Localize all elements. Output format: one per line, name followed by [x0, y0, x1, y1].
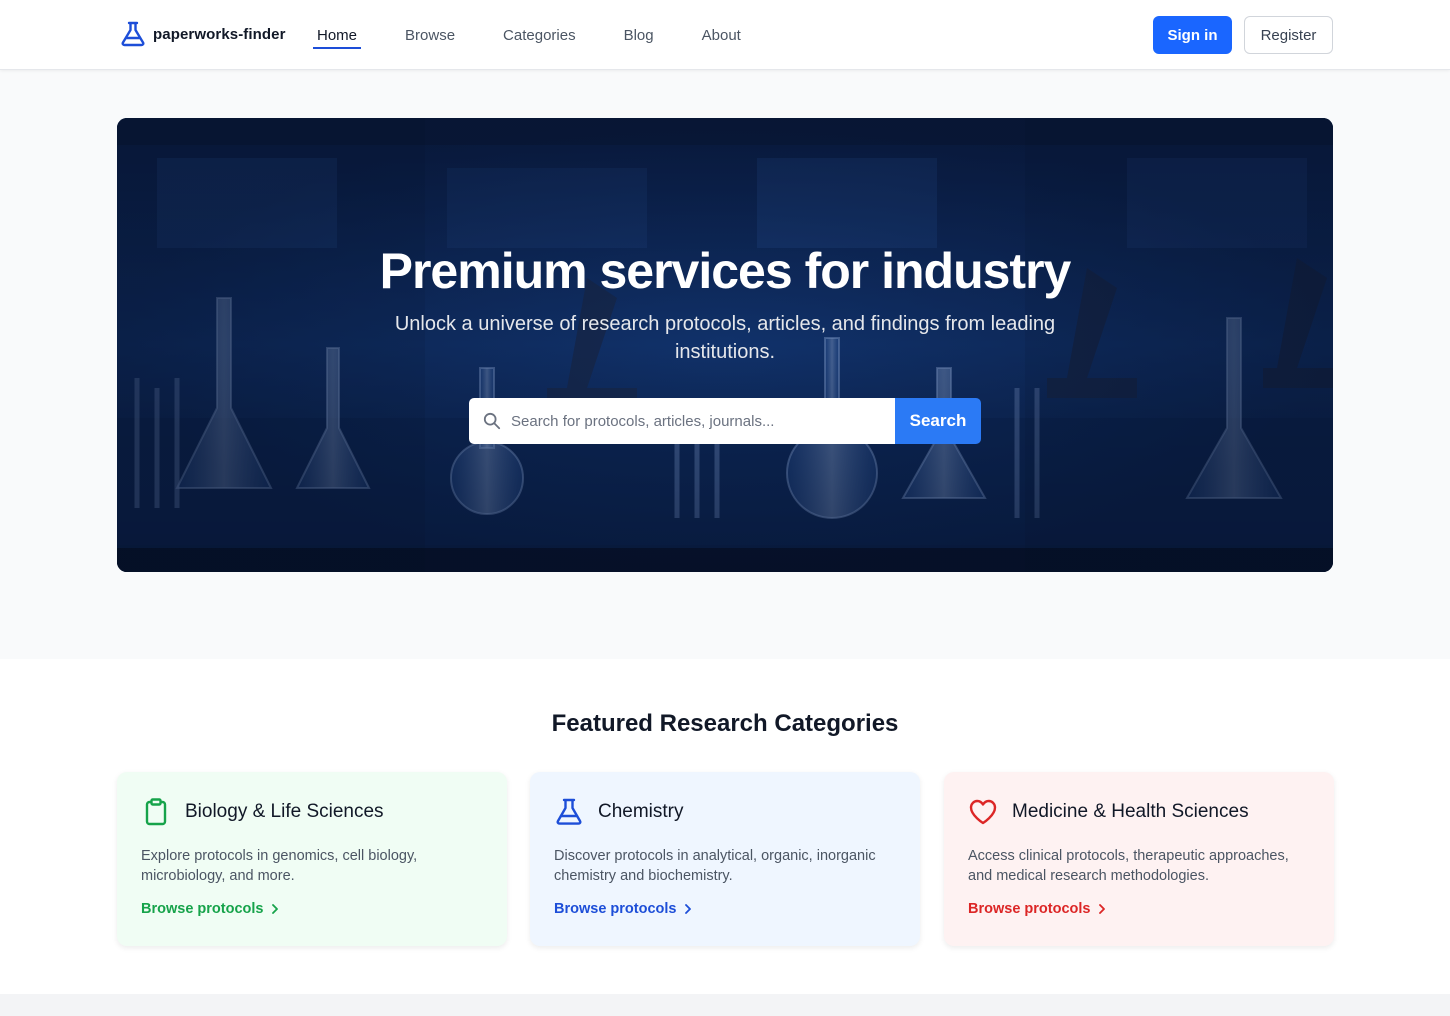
- hero-subtitle: Unlock a universe of research protocols,…: [394, 313, 1056, 363]
- card-description: Explore protocols in genomics, cell biol…: [141, 848, 418, 884]
- category-card-chemistry[interactable]: Chemistry Discover protocols in analytic…: [530, 772, 920, 946]
- nav-link-about[interactable]: About: [698, 21, 745, 50]
- search-box: [469, 398, 895, 444]
- category-card-biology[interactable]: Biology & Life Sciences Explore protocol…: [117, 772, 507, 946]
- search-button[interactable]: Search: [895, 398, 981, 444]
- search-input[interactable]: [511, 412, 891, 430]
- flask-icon: [556, 798, 582, 825]
- card-title: Biology & Life Sciences: [185, 801, 384, 822]
- chevron-right-icon: [685, 904, 692, 914]
- sign-in-button[interactable]: Sign in: [1153, 16, 1232, 54]
- nav-link-browse[interactable]: Browse: [401, 21, 459, 50]
- browse-protocols-link-chemistry[interactable]: Browse protocols: [554, 901, 692, 917]
- section-title: Featured Research Categories: [551, 710, 899, 737]
- nav-link-categories[interactable]: Categories: [499, 21, 580, 50]
- chevron-right-icon: [272, 904, 279, 914]
- flask-icon: [121, 21, 145, 47]
- featured-categories-section: Featured Research Categories Biology & L…: [0, 659, 1450, 994]
- next-section-edge: [0, 994, 1450, 1016]
- search-icon: [483, 412, 501, 430]
- heart-icon: [969, 799, 997, 825]
- hero-title: Premium services for industry: [379, 243, 1072, 299]
- browse-protocols-link-biology[interactable]: Browse protocols: [141, 901, 279, 917]
- card-description: Discover protocols in analytical, organi…: [554, 848, 876, 884]
- clipboard-icon: [145, 798, 167, 826]
- nav-link-home[interactable]: Home: [313, 21, 362, 49]
- card-title: Medicine & Health Sciences: [1012, 801, 1249, 822]
- brand-name: paperworks-finder: [153, 25, 286, 43]
- hero-banner: Premium services for industry Unlock a u…: [117, 118, 1333, 572]
- register-button[interactable]: Register: [1244, 16, 1333, 54]
- main-nav: Home Browse Categories Blog About: [313, 0, 785, 70]
- brand-logo[interactable]: paperworks-finder: [119, 21, 286, 47]
- card-description: Access clinical protocols, therapeutic a…: [968, 848, 1289, 884]
- search-form: Search: [469, 398, 981, 444]
- card-title: Chemistry: [598, 801, 684, 822]
- top-navbar: paperworks-finder Home Browse Categories…: [0, 0, 1450, 70]
- category-card-medicine[interactable]: Medicine & Health Sciences Access clinic…: [944, 772, 1334, 946]
- chevron-right-icon: [1099, 904, 1106, 914]
- nav-link-blog[interactable]: Blog: [620, 21, 658, 50]
- browse-protocols-link-medicine[interactable]: Browse protocols: [968, 901, 1106, 917]
